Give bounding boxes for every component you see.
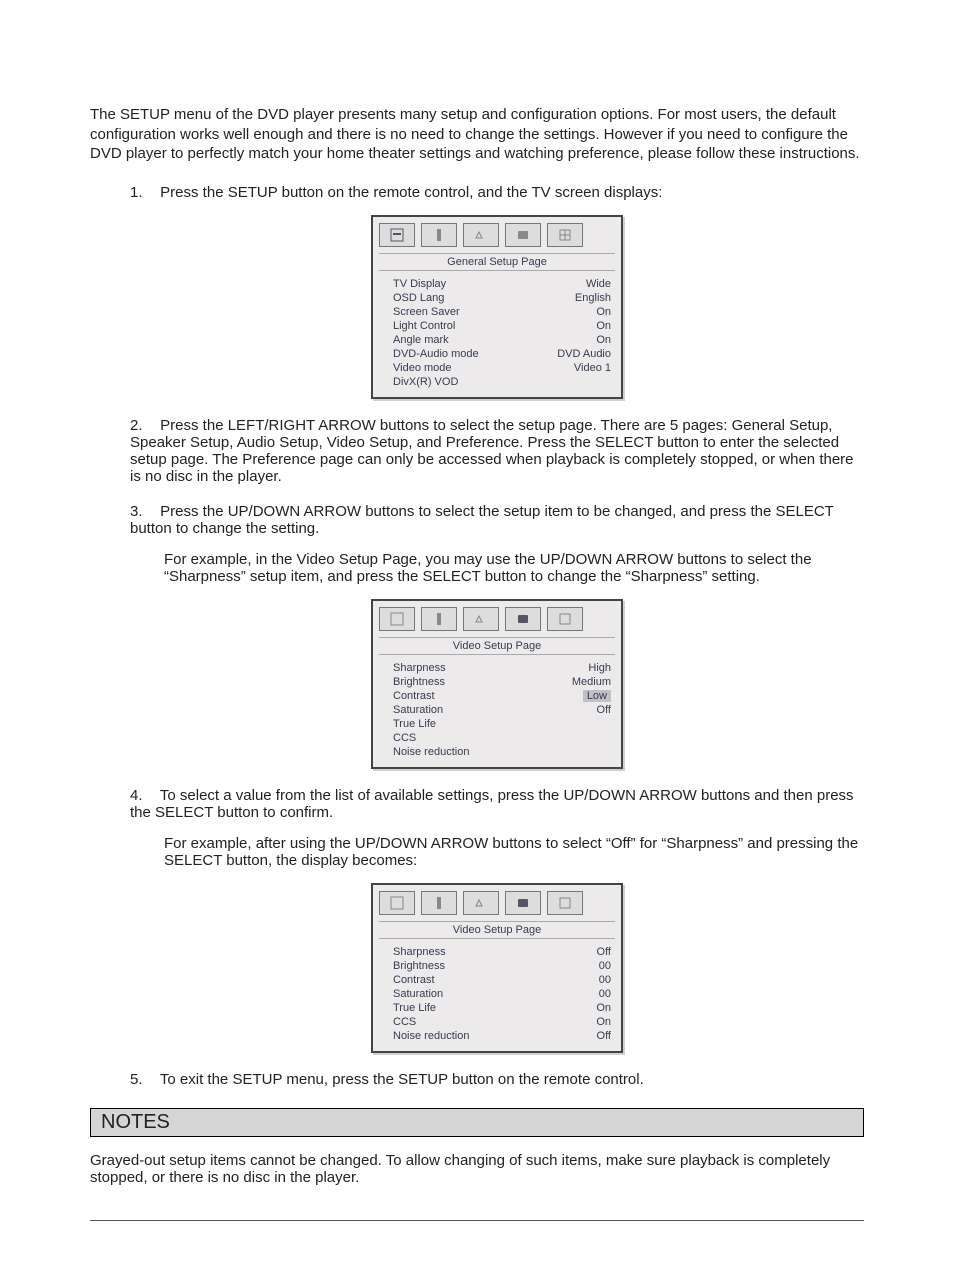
step-2: 2. Press the LEFT/RIGHT ARROW buttons to… [130,417,864,485]
tab-audio-icon [463,223,499,247]
tab-preference-icon [547,891,583,915]
screenshot-video-setup-1: Video Setup Page SharpnessHigh Brightnes… [371,599,623,769]
steps-list: 1. Press the SETUP button on the remote … [130,184,864,1088]
tab-general-icon [379,223,415,247]
footer-divider [90,1220,864,1221]
tab-audio-icon [463,607,499,631]
intro-paragraph: The SETUP menu of the DVD player present… [90,105,864,164]
step-3: 3. Press the UP/DOWN ARROW buttons to se… [130,503,864,769]
tab-preference-icon [547,223,583,247]
tab-audio-icon [463,891,499,915]
step-1: 1. Press the SETUP button on the remote … [130,184,864,399]
screenshot-video-setup-2: Video Setup Page SharpnessOff Brightness… [371,883,623,1053]
tab-video-icon [505,891,541,915]
tab-general-icon [379,607,415,631]
screenshot-general-setup: General Setup Page TV DisplayWide OSD La… [371,215,623,399]
step-4: 4. To select a value from the list of av… [130,787,864,1053]
tab-video-icon [505,223,541,247]
tab-video-icon [505,607,541,631]
tab-general-icon [379,891,415,915]
tab-speaker-icon [421,607,457,631]
tab-speaker-icon [421,891,457,915]
tab-speaker-icon [421,223,457,247]
notes-body: Grayed-out setup items cannot be changed… [90,1152,864,1186]
step-5: 5. To exit the SETUP menu, press the SET… [130,1071,864,1088]
notes-header: NOTES [90,1108,864,1137]
tab-preference-icon [547,607,583,631]
